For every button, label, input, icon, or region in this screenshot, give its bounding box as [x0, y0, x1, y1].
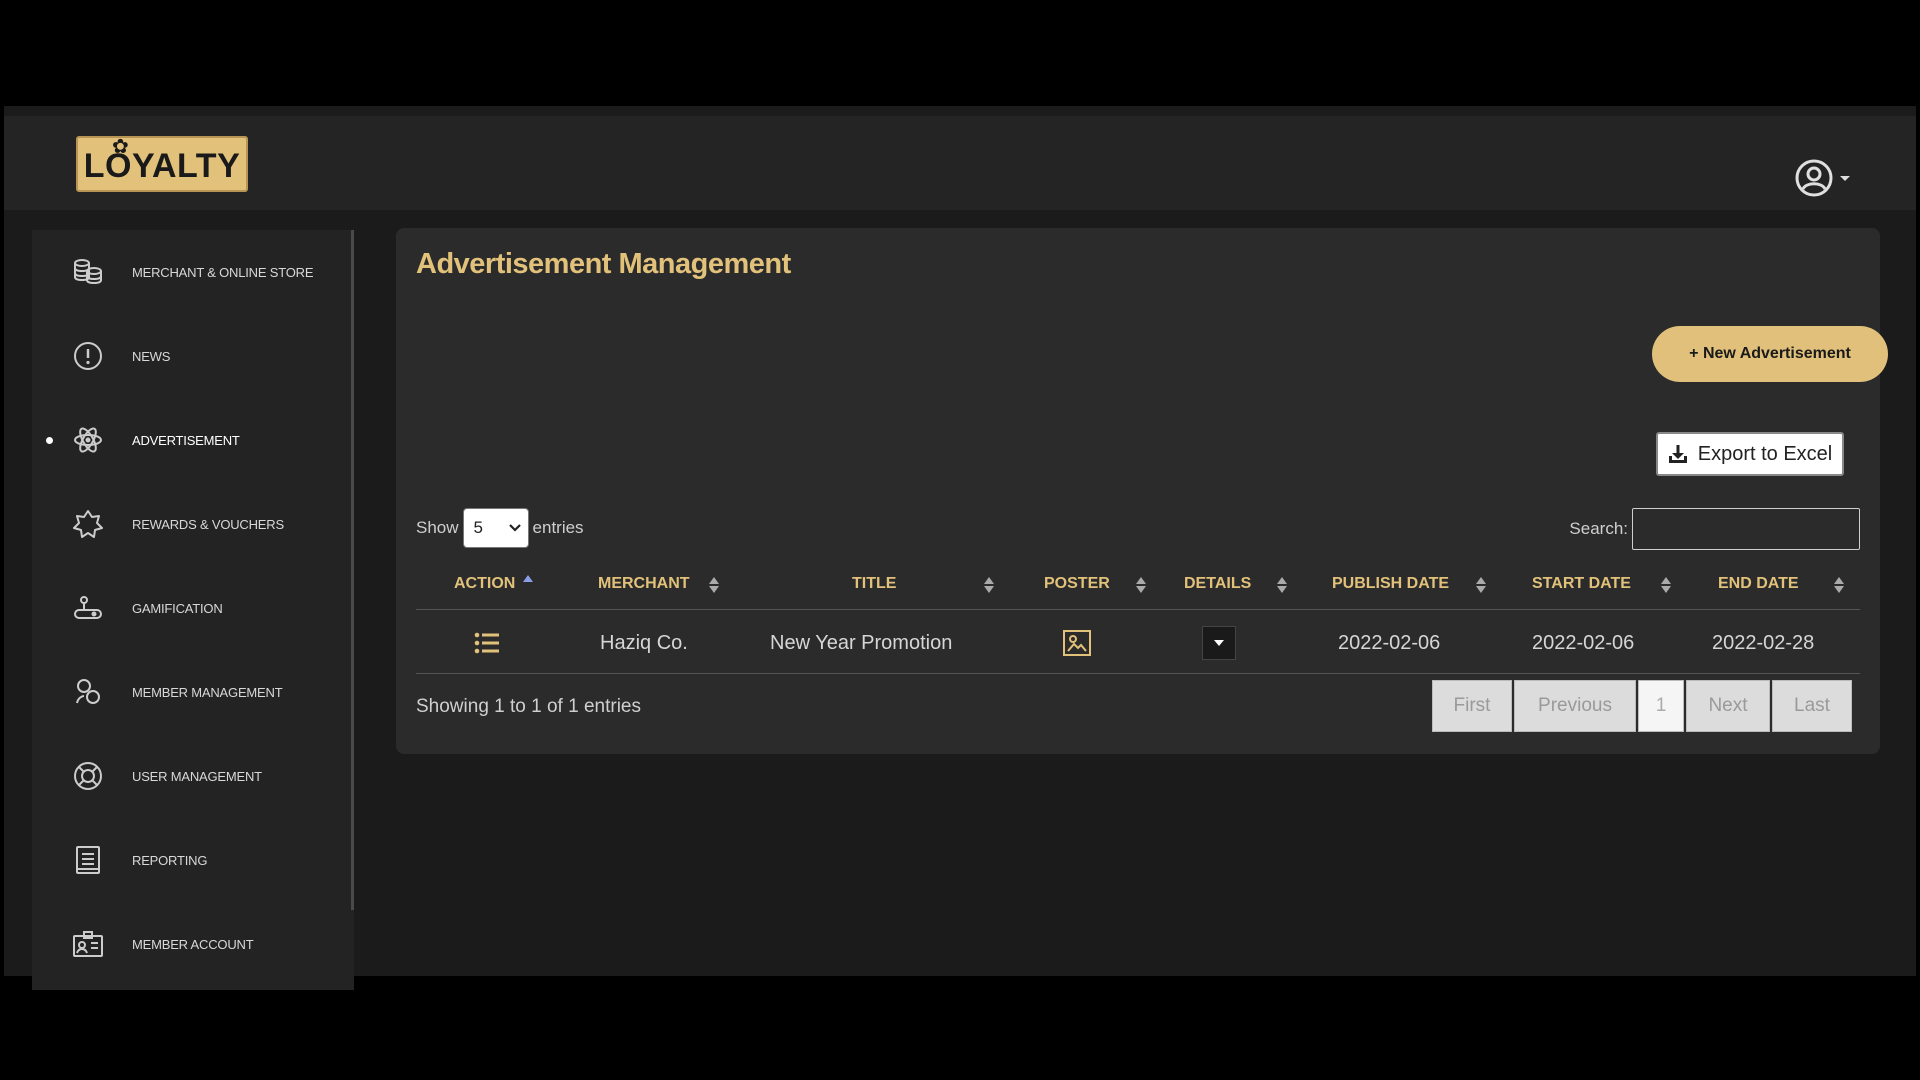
- sidebar-item-label: REWARDS & VOUCHERS: [132, 516, 284, 532]
- logo-text: LOYALTY: [83, 147, 241, 185]
- search-input[interactable]: [1632, 508, 1860, 550]
- export-to-excel-button[interactable]: Export to Excel: [1656, 432, 1844, 476]
- sidebar-item-label: MEMBER MANAGEMENT: [132, 684, 283, 700]
- id-card-icon: [72, 928, 104, 960]
- sidebar-item-rewards-vouchers[interactable]: REWARDS & VOUCHERS: [32, 482, 350, 566]
- details-cell: [1202, 612, 1236, 674]
- table-info: Showing 1 to 1 of 1 entries: [416, 696, 641, 717]
- sidebar-item-label: NEWS: [132, 348, 171, 364]
- members-icon: [72, 676, 104, 708]
- cell-end-date: 2022-02-28: [1712, 631, 1815, 654]
- sidebar-item-reporting[interactable]: REPORTING: [32, 818, 350, 902]
- active-indicator: [46, 436, 53, 444]
- sidebar: MERCHANT & ONLINE STORE NEWS ADVERTISEME…: [32, 230, 354, 990]
- sidebar-item-label: MERCHANT & ONLINE STORE: [132, 264, 314, 280]
- sidebar-item-advertisement[interactable]: ADVERTISEMENT: [32, 398, 350, 482]
- caret-down-icon: [1214, 640, 1224, 646]
- report-icon: [72, 844, 104, 876]
- pagination-last[interactable]: Last: [1772, 680, 1852, 732]
- sidebar-item-label: GAMIFICATION: [132, 600, 223, 616]
- atom-icon: [72, 424, 104, 456]
- page-size-value: 5: [473, 518, 483, 537]
- table-row: Haziq Co. New Year Promotion 2022-02-06 …: [416, 612, 1860, 674]
- column-label: PUBLISH DATE: [1332, 575, 1450, 592]
- user-menu[interactable]: [1794, 158, 1850, 198]
- sidebar-scrollbar[interactable]: [351, 230, 354, 910]
- badge-star-icon: [72, 508, 104, 540]
- main-panel: Advertisement Management + New Advertise…: [396, 228, 1888, 754]
- sort-icon: [984, 577, 994, 593]
- show-label: Show: [416, 518, 459, 537]
- loyalty-logo[interactable]: ✿ LOYALTY: [76, 136, 248, 192]
- search-control: Search:: [1569, 508, 1860, 550]
- page-size-select[interactable]: 5: [462, 508, 529, 548]
- sidebar-item-news[interactable]: NEWS: [32, 314, 350, 398]
- column-header-action[interactable]: ACTION: [454, 558, 515, 610]
- pagination: First Previous 1 Next Last: [1432, 680, 1852, 732]
- column-label: END DATE: [1718, 575, 1799, 592]
- new-advertisement-button[interactable]: + New Advertisement: [1652, 326, 1888, 382]
- column-header-details[interactable]: DETAILS: [1184, 558, 1251, 610]
- sort-icon: [1476, 577, 1486, 593]
- column-header-poster[interactable]: POSTER: [1044, 558, 1110, 610]
- column-header-start-date[interactable]: START DATE: [1532, 558, 1631, 610]
- cell-title: New Year Promotion: [770, 631, 953, 654]
- pagination-previous[interactable]: Previous: [1514, 680, 1636, 732]
- column-label: POSTER: [1044, 575, 1110, 592]
- cell-start-date: 2022-02-06: [1532, 631, 1635, 654]
- column-header-title[interactable]: TITLE: [852, 558, 896, 610]
- lifebuoy-icon: [72, 760, 104, 792]
- joystick-icon: [72, 592, 104, 624]
- entries-label: entries: [532, 518, 584, 537]
- chevron-down-icon: [508, 524, 521, 532]
- pagination-page-1[interactable]: 1: [1638, 680, 1684, 732]
- column-label: DETAILS: [1184, 575, 1252, 592]
- search-label: Search:: [1569, 519, 1628, 538]
- sidebar-item-member-management[interactable]: MEMBER MANAGEMENT: [32, 650, 350, 734]
- sidebar-item-label: REPORTING: [132, 852, 208, 868]
- sidebar-item-gamification[interactable]: GAMIFICATION: [32, 566, 350, 650]
- cell-merchant: Haziq Co.: [600, 631, 688, 654]
- details-toggle-button[interactable]: [1202, 626, 1236, 660]
- sidebar-item-label: USER MANAGEMENT: [132, 768, 262, 784]
- sort-icon: [1277, 577, 1287, 593]
- user-avatar-icon: [1795, 159, 1833, 197]
- sort-icon: [1136, 577, 1146, 593]
- poster-image-icon[interactable]: [1062, 612, 1092, 674]
- coins-stack-icon: [72, 256, 104, 288]
- column-header-merchant[interactable]: MERCHANT: [598, 558, 690, 610]
- sort-ascending-icon: [523, 575, 533, 582]
- alert-circle-icon: [72, 340, 104, 372]
- column-label: MERCHANT: [598, 575, 690, 592]
- sidebar-item-member-account[interactable]: MEMBER ACCOUNT: [32, 902, 350, 986]
- sort-icon: [1661, 577, 1671, 593]
- table-header: ACTION MERCHANT TITLE POSTER DETAILS PUB…: [416, 558, 1860, 610]
- sort-icon: [1834, 577, 1844, 593]
- pagination-first[interactable]: First: [1432, 680, 1512, 732]
- sort-icon: [709, 577, 719, 593]
- sidebar-item-label: ADVERTISEMENT: [132, 432, 240, 448]
- export-label: Export to Excel: [1697, 442, 1833, 465]
- page-title: Advertisement Management: [416, 248, 791, 280]
- download-icon: [1668, 445, 1687, 463]
- column-label: START DATE: [1532, 575, 1631, 592]
- column-label: ACTION: [454, 575, 516, 592]
- top-bar: ✿ LOYALTY: [4, 116, 1916, 210]
- sidebar-item-merchant-online-store[interactable]: MERCHANT & ONLINE STORE: [32, 230, 350, 314]
- sidebar-item-user-management[interactable]: USER MANAGEMENT: [32, 734, 350, 818]
- sidebar-item-label: MEMBER ACCOUNT: [132, 936, 254, 952]
- action-menu-icon[interactable]: [474, 612, 500, 674]
- column-header-publish-date[interactable]: PUBLISH DATE: [1332, 558, 1449, 610]
- page-size-control: Show 5 entries: [416, 508, 584, 548]
- pagination-next[interactable]: Next: [1686, 680, 1770, 732]
- chevron-down-icon: [1840, 175, 1850, 181]
- column-label: TITLE: [852, 575, 897, 592]
- column-header-end-date[interactable]: END DATE: [1718, 558, 1799, 610]
- cell-publish-date: 2022-02-06: [1338, 631, 1441, 654]
